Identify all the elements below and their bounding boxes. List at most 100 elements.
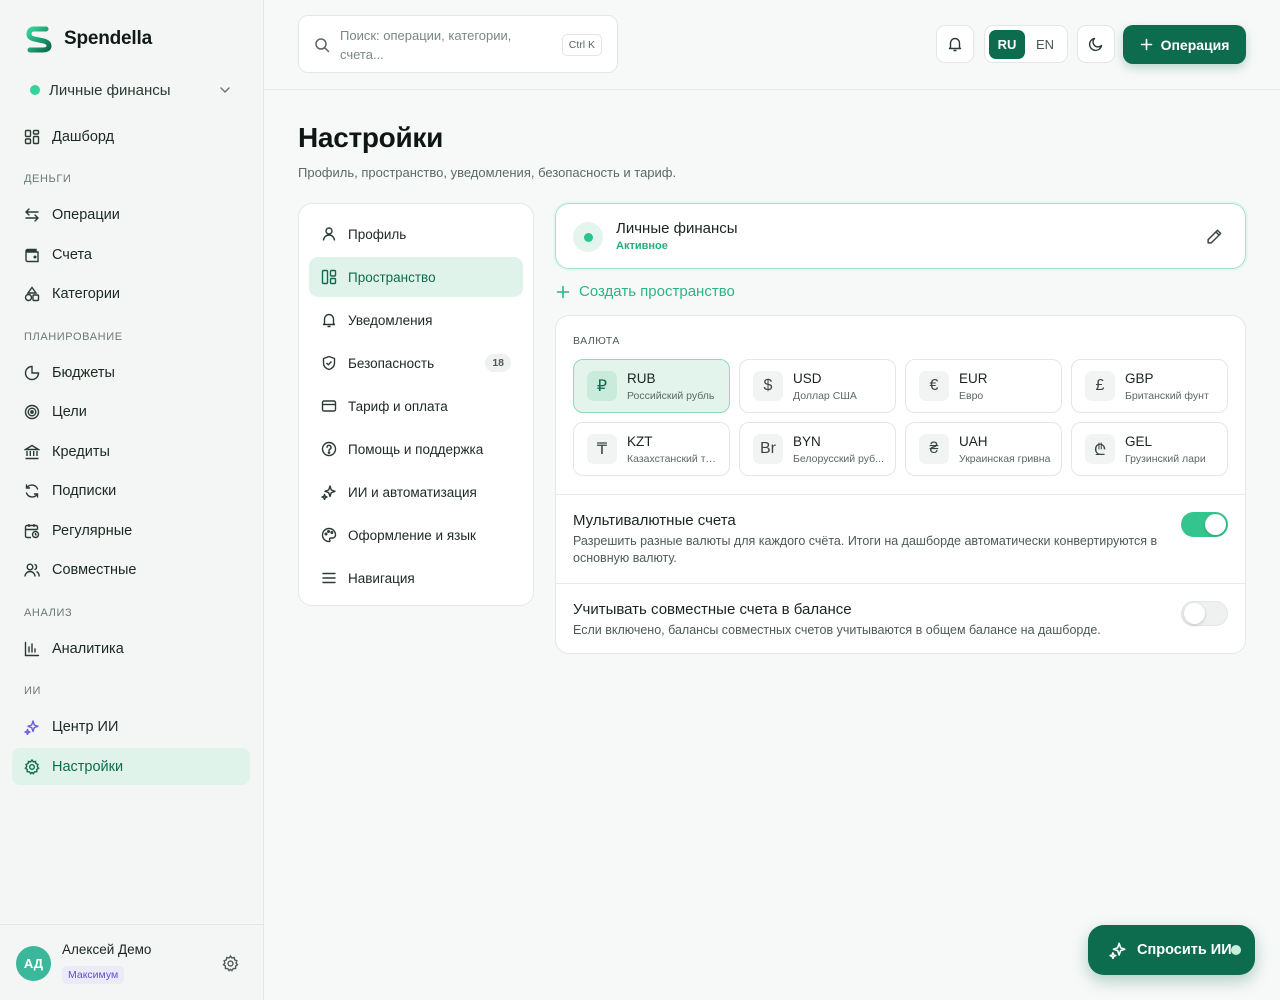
sidebar-item-recurring[interactable]: Регулярные xyxy=(12,512,250,549)
multicurrency-toggle[interactable] xyxy=(1181,512,1228,537)
create-space-button[interactable]: Создать пространство xyxy=(556,283,735,300)
currency-symbol: € xyxy=(919,371,949,401)
sidebar-item-label: Регулярные xyxy=(52,522,133,539)
search-input[interactable]: Поиск: операции, категории, счета... Ctr… xyxy=(298,15,618,73)
wallet-icon xyxy=(25,248,39,262)
currency-symbol: $ xyxy=(753,371,783,401)
gear-icon[interactable] xyxy=(222,955,239,972)
shared-balance-setting: Учитывать совместные счета в балансе Есл… xyxy=(556,583,1245,653)
lang-ru-button[interactable]: RU xyxy=(989,29,1025,59)
space-card: Личные финансы Активное xyxy=(555,203,1246,269)
currency-name: Британский фунт xyxy=(1125,390,1209,402)
currency-symbol: ₽ xyxy=(587,371,617,401)
plus-icon xyxy=(556,285,570,298)
sidebar-item-label: Кредиты xyxy=(52,443,110,460)
brand[interactable]: Spendella xyxy=(24,24,152,54)
search-icon xyxy=(315,38,330,53)
page-subtitle: Профиль, пространство, уведомления, безо… xyxy=(298,165,677,180)
sidebar-item-ai-center[interactable]: Центр ИИ xyxy=(12,709,250,746)
sidebar-item-label: Настройки xyxy=(52,758,124,775)
settings-item-help[interactable]: Помощь и поддержка xyxy=(309,429,523,469)
currency-code: RUB xyxy=(627,371,656,386)
sidebar-item-operations[interactable]: Операции xyxy=(12,197,250,234)
shared-balance-toggle[interactable] xyxy=(1181,601,1228,626)
ask-ai-button[interactable]: Спросить ИИ xyxy=(1088,925,1255,975)
gear-icon xyxy=(24,758,40,775)
currency-option-kzt[interactable]: ₸ KZT Казахстанский те... xyxy=(573,422,730,476)
pencil-icon[interactable] xyxy=(1206,228,1223,245)
multicurrency-title: Мультивалютные счета xyxy=(573,512,736,529)
sidebar-item-settings[interactable]: Настройки xyxy=(12,748,250,785)
ai-status-dot xyxy=(1231,945,1241,955)
lang-en-button[interactable]: EN xyxy=(1027,30,1063,59)
sidebar-item-goals[interactable]: Цели xyxy=(12,394,250,431)
brand-name: Spendella xyxy=(64,28,152,49)
space-name: Личные финансы xyxy=(616,220,738,237)
currency-name: Грузинский лари xyxy=(1125,453,1206,465)
space-selector[interactable]: Личные финансы xyxy=(24,76,240,104)
shared-balance-description: Если включено, балансы совместных счетов… xyxy=(573,623,1101,637)
search-shortcut: Ctrl K xyxy=(561,34,602,56)
currency-label: ВАЛЮТА xyxy=(573,335,620,347)
help-icon xyxy=(321,441,337,457)
sidebar-item-accounts[interactable]: Счета xyxy=(12,236,250,273)
sidebar-item-subscriptions[interactable]: Подписки xyxy=(12,473,250,510)
sidebar-item-dashboard[interactable]: Дашборд xyxy=(12,118,250,155)
sidebar-item-label: Категории xyxy=(52,286,121,302)
sidebar-item-label: Счета xyxy=(52,246,92,263)
currency-option-byn[interactable]: Br BYN Белорусский руб... xyxy=(739,422,896,476)
currency-option-gel[interactable]: ₾ GEL Грузинский лари xyxy=(1071,422,1228,476)
currency-option-eur[interactable]: € EUR Евро xyxy=(905,359,1062,413)
currency-code: KZT xyxy=(627,434,653,449)
currency-option-usd[interactable]: $ USD Доллар США xyxy=(739,359,896,413)
settings-item-billing[interactable]: Тариф и оплата xyxy=(309,386,523,426)
language-switch: RU EN xyxy=(984,25,1068,63)
settings-item-ai[interactable]: ИИ и автоматизация xyxy=(309,472,523,512)
space-status-indicator xyxy=(573,222,603,252)
currency-code: EUR xyxy=(959,371,988,386)
settings-item-notifications[interactable]: Уведомления xyxy=(309,300,523,340)
currency-symbol: ₾ xyxy=(1085,434,1115,464)
topbar: Поиск: операции, категории, счета... Ctr… xyxy=(264,0,1280,90)
credit-card-icon xyxy=(321,400,337,412)
settings-item-appearance[interactable]: Оформление и язык xyxy=(309,515,523,555)
space-selector-label: Личные финансы xyxy=(49,81,171,99)
currency-option-gbp[interactable]: £ GBP Британский фунт xyxy=(1071,359,1228,413)
sidebar-item-credits[interactable]: Кредиты xyxy=(12,433,250,470)
sidebar-item-categories[interactable]: Категории xyxy=(12,276,250,313)
avatar[interactable]: АД xyxy=(16,946,51,981)
settings-item-profile[interactable]: Профиль xyxy=(309,214,523,254)
plus-icon xyxy=(1140,38,1152,51)
sidebar-item-label: Цели xyxy=(52,404,87,420)
theme-toggle-button[interactable] xyxy=(1077,25,1115,63)
settings-menu: Профиль Пространство Уведомления Безопас… xyxy=(298,203,534,606)
nav-section-ai: ИИ xyxy=(24,685,42,697)
plan-badge: Максимум xyxy=(62,966,125,984)
nav-section-money: ДЕНЬГИ xyxy=(24,173,72,185)
settings-item-navigation[interactable]: Навигация xyxy=(309,558,523,598)
currency-name: Российский рубль xyxy=(627,390,715,402)
settings-item-space[interactable]: Пространство xyxy=(309,257,523,297)
sparkles-icon xyxy=(24,720,39,735)
currency-code: USD xyxy=(793,371,822,386)
sidebar-item-label: Дашборд xyxy=(52,128,115,145)
settings-item-label: Помощь и поддержка xyxy=(348,441,484,457)
settings-item-security[interactable]: Безопасность 18 xyxy=(309,343,523,383)
add-operation-button[interactable]: Операция xyxy=(1123,25,1246,64)
calendar-clock-icon xyxy=(24,523,40,538)
bank-icon xyxy=(24,444,40,459)
user-name: Алексей Демо xyxy=(62,942,152,957)
notifications-button[interactable] xyxy=(936,25,974,63)
currency-symbol: ₸ xyxy=(587,434,617,464)
currency-symbol: £ xyxy=(1085,371,1115,401)
currency-option-rub[interactable]: ₽ RUB Российский рубль xyxy=(573,359,730,413)
sidebar-item-shared[interactable]: Совместные xyxy=(12,552,250,589)
settings-item-label: Безопасность xyxy=(348,355,435,371)
bar-chart-icon xyxy=(24,641,40,656)
nav-section-planning: ПЛАНИРОВАНИЕ xyxy=(24,330,123,343)
sidebar-item-budgets[interactable]: Бюджеты xyxy=(12,354,250,391)
moon-icon xyxy=(1088,37,1103,52)
sidebar-item-analytics[interactable]: Аналитика xyxy=(12,630,250,667)
pie-icon xyxy=(24,365,40,380)
currency-option-uah[interactable]: ₴ UAH Украинская гривна xyxy=(905,422,1062,476)
